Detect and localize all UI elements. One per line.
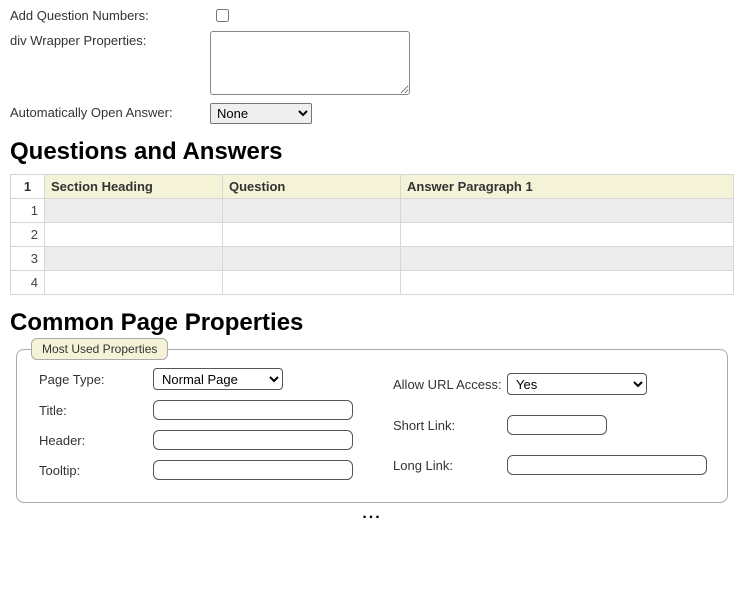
qa-header-section[interactable]: Section Heading (45, 175, 223, 199)
add-question-numbers-row: Add Question Numbers: (10, 6, 734, 23)
div-wrapper-label: div Wrapper Properties: (10, 31, 210, 48)
common-heading: Common Page Properties (10, 309, 734, 337)
auto-open-answer-select[interactable]: None (210, 103, 312, 124)
allow-url-select[interactable]: Yes (507, 373, 647, 395)
qa-heading: Questions and Answers (10, 138, 734, 166)
ellipsis-indicator[interactable]: ... (10, 505, 734, 523)
table-row: 4 (11, 271, 734, 295)
auto-open-answer-row: Automatically Open Answer: None (10, 103, 734, 124)
most-used-fieldset: Most Used Properties Page Type: Normal P… (16, 349, 728, 503)
short-link-input[interactable] (507, 415, 607, 435)
qa-header-answer[interactable]: Answer Paragraph 1 (401, 175, 734, 199)
title-label: Title: (39, 403, 149, 418)
cell-answer[interactable] (401, 223, 734, 247)
long-link-input[interactable] (507, 455, 707, 475)
cell-answer[interactable] (401, 271, 734, 295)
cell-section-heading[interactable] (45, 223, 223, 247)
title-input[interactable] (153, 400, 353, 420)
div-wrapper-textarea[interactable] (210, 31, 410, 95)
cell-question[interactable] (223, 223, 401, 247)
page-type-select[interactable]: Normal Page (153, 368, 283, 390)
table-row: 3 (11, 247, 734, 271)
add-question-numbers-checkbox[interactable] (216, 9, 229, 22)
allow-url-label: Allow URL Access: (393, 377, 503, 392)
row-number: 2 (11, 223, 45, 247)
cell-section-heading[interactable] (45, 247, 223, 271)
props-col-right: Allow URL Access: Yes Short Link: Long L… (393, 368, 707, 480)
row-number: 1 (11, 199, 45, 223)
most-used-legend: Most Used Properties (31, 338, 168, 360)
cell-question[interactable] (223, 271, 401, 295)
auto-open-answer-label: Automatically Open Answer: (10, 103, 210, 120)
div-wrapper-row: div Wrapper Properties: (10, 31, 734, 95)
tooltip-label: Tooltip: (39, 463, 149, 478)
table-row: 1 (11, 199, 734, 223)
tooltip-input[interactable] (153, 460, 353, 480)
header-label: Header: (39, 433, 149, 448)
props-col-left: Page Type: Normal Page Title: Header: To… (39, 368, 353, 480)
long-link-label: Long Link: (393, 458, 503, 473)
table-row: 2 (11, 223, 734, 247)
header-input[interactable] (153, 430, 353, 450)
short-link-label: Short Link: (393, 418, 503, 433)
page-type-label: Page Type: (39, 372, 149, 387)
qa-header-question[interactable]: Question (223, 175, 401, 199)
qa-corner-cell: 1 (11, 175, 45, 199)
cell-question[interactable] (223, 199, 401, 223)
cell-section-heading[interactable] (45, 199, 223, 223)
cell-question[interactable] (223, 247, 401, 271)
row-number: 3 (11, 247, 45, 271)
qa-table: 1 Section Heading Question Answer Paragr… (10, 174, 734, 295)
cell-section-heading[interactable] (45, 271, 223, 295)
add-question-numbers-label: Add Question Numbers: (10, 6, 210, 23)
cell-answer[interactable] (401, 199, 734, 223)
cell-answer[interactable] (401, 247, 734, 271)
row-number: 4 (11, 271, 45, 295)
